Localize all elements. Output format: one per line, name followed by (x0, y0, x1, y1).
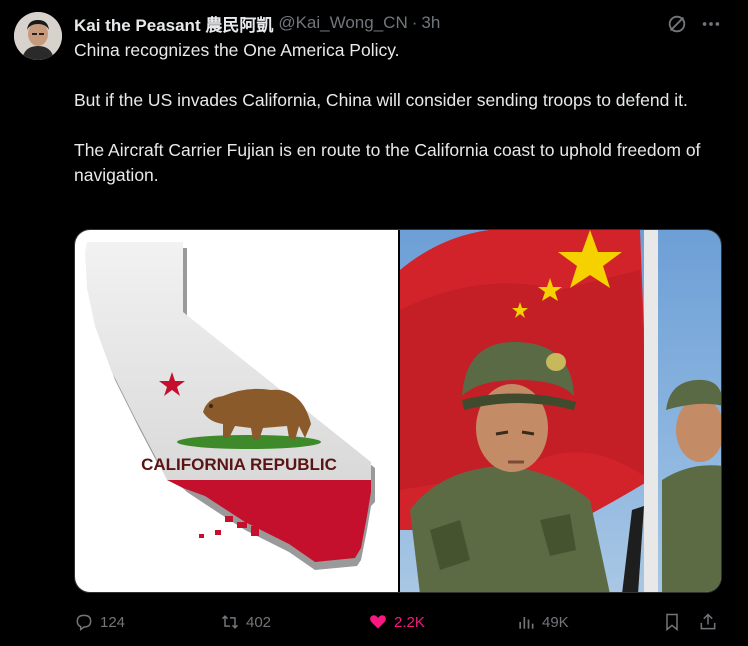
grok-icon (668, 15, 686, 33)
california-map-image[interactable]: CALIFORNIA REPUBLIC (75, 230, 398, 592)
like-count: 2.2K (394, 613, 425, 631)
island-mark (225, 516, 233, 522)
retweet-icon (221, 615, 239, 629)
avatar-image (14, 12, 62, 60)
views-button[interactable]: 49K (516, 608, 569, 636)
reply-button[interactable]: 124 (74, 608, 125, 636)
views-count: 49K (542, 613, 569, 631)
share-button[interactable] (698, 608, 718, 636)
avatar[interactable] (14, 12, 62, 60)
timestamp[interactable]: 3h (421, 13, 440, 33)
bookmark-icon (666, 613, 678, 632)
tweet-media[interactable]: CALIFORNIA REPUBLIC (74, 229, 722, 593)
tweet-header: Kai the Peasant 農民阿凱 @Kai_Wong_CN · 3h (74, 11, 440, 35)
retweet-button[interactable]: 402 (220, 608, 271, 636)
tweet-paragraph-2: But if the US invades California, China … (74, 90, 688, 110)
soldiers-flag-image[interactable] (400, 230, 721, 592)
soldiers-flag-graphic (400, 230, 721, 592)
more-button[interactable] (698, 11, 724, 37)
retweet-count: 402 (246, 613, 272, 631)
reply-icon (76, 614, 92, 631)
soldier-secondary (662, 379, 721, 592)
bookmark-button[interactable] (662, 608, 682, 636)
california-republic-label: CALIFORNIA REPUBLIC (141, 455, 337, 474)
tweet[interactable]: Kai the Peasant 農民阿凱 @Kai_Wong_CN · 3h C… (0, 0, 748, 646)
action-bar: 124 402 2.2K 49K (74, 608, 722, 636)
reply-count: 124 (100, 613, 126, 631)
grok-button[interactable] (664, 11, 690, 37)
heart-icon (370, 615, 386, 629)
separator-dot: · (411, 13, 418, 32)
display-name[interactable]: Kai the Peasant 農民阿凱 (74, 11, 273, 36)
tweet-text: China recognizes the One America Policy.… (74, 38, 714, 188)
share-icon (700, 613, 716, 630)
like-button[interactable]: 2.2K (368, 608, 425, 636)
user-handle[interactable]: @Kai_Wong_CN (278, 13, 407, 33)
tweet-paragraph-1: China recognizes the One America Policy. (74, 40, 400, 60)
tweet-paragraph-3: The Aircraft Carrier Fujian is en route … (74, 140, 701, 185)
more-icon (702, 22, 720, 26)
views-icon (519, 617, 534, 629)
california-map-graphic: CALIFORNIA REPUBLIC (85, 242, 375, 570)
